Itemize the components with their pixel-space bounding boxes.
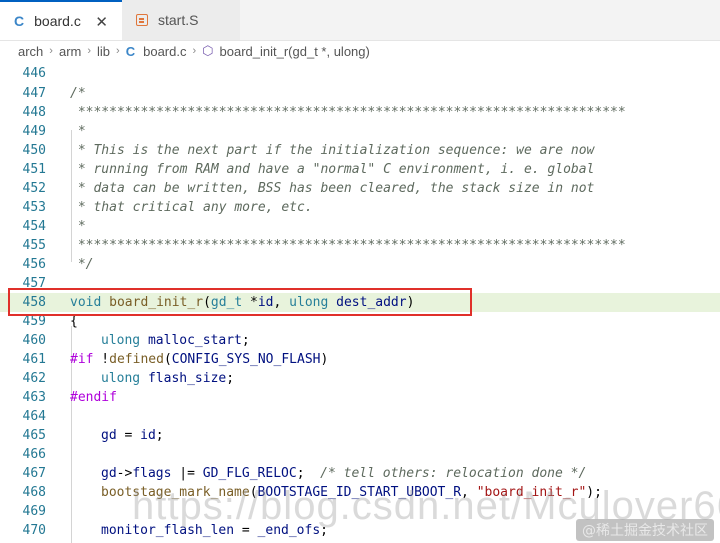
- code-text: ****************************************…: [70, 105, 626, 120]
- line-number: 460: [22, 333, 46, 348]
- line-number: 468: [22, 485, 46, 500]
- c-file-icon: C: [125, 43, 136, 59]
- breadcrumb-item-file[interactable]: board.c: [143, 44, 186, 59]
- close-icon[interactable]: ✕: [95, 13, 108, 31]
- code-line: 446: [0, 64, 720, 83]
- breadcrumb: arch › arm › lib › C board.c › ⬡ board_i…: [0, 40, 720, 62]
- code-line: 462 ulong flash_size;: [0, 369, 720, 388]
- line-number: 447: [22, 86, 46, 101]
- code-text: * This is the next part if the initializ…: [70, 143, 595, 158]
- code-line: 456 */: [0, 255, 720, 274]
- code-text: ulong flash_size;: [101, 371, 235, 386]
- code-line: 461 #if !defined(CONFIG_SYS_NO_FLASH): [0, 350, 720, 369]
- code-text: ****************************************…: [70, 238, 626, 253]
- code-line: 450 * This is the next part if the initi…: [0, 141, 720, 160]
- breadcrumb-item-arch[interactable]: arch: [18, 44, 43, 59]
- code-text: ulong malloc_start;: [101, 333, 250, 348]
- line-number: 446: [22, 66, 46, 81]
- code-line: 454 *: [0, 217, 720, 236]
- code-text: *: [70, 219, 86, 234]
- line-number: 466: [22, 447, 46, 462]
- line-number: 461: [22, 352, 46, 367]
- code-line: 447 /*: [0, 84, 720, 103]
- breadcrumb-item-arm[interactable]: arm: [59, 44, 81, 59]
- line-number: 463: [22, 390, 46, 405]
- breadcrumb-item-lib[interactable]: lib: [97, 44, 110, 59]
- line-number: 455: [22, 238, 46, 253]
- line-number: 448: [22, 105, 46, 120]
- line-number: 467: [22, 466, 46, 481]
- tab-board-c[interactable]: C board.c ✕: [0, 0, 122, 40]
- code-text: gd = id;: [101, 428, 164, 443]
- c-file-icon: C: [14, 13, 25, 29]
- code-line: 453 * that critical any more, etc.: [0, 198, 720, 217]
- line-number: 470: [22, 523, 46, 538]
- code-line: 466: [0, 445, 720, 464]
- line-number: 456: [22, 257, 46, 272]
- code-line: 448 ************************************…: [0, 103, 720, 122]
- code-text: * that critical any more, etc.: [70, 200, 313, 215]
- tab-label: board.c: [34, 13, 81, 29]
- tab-label: start.S: [158, 12, 199, 28]
- red-highlight-box: [8, 288, 472, 316]
- code-line: 455 ************************************…: [0, 236, 720, 255]
- code-text: * running from RAM and have a "normal" C…: [70, 162, 595, 177]
- code-line: 460 ulong malloc_start;: [0, 331, 720, 350]
- line-number: 454: [22, 219, 46, 234]
- chevron-right-icon: ›: [116, 45, 120, 57]
- tab-start-s[interactable]: start.S: [122, 0, 240, 40]
- code-line: 451 * running from RAM and have a "norma…: [0, 160, 720, 179]
- code-text: /*: [70, 86, 86, 101]
- line-number: 452: [22, 181, 46, 196]
- line-number: 449: [22, 124, 46, 139]
- code-text: */: [70, 257, 94, 272]
- code-text: #if !defined(CONFIG_SYS_NO_FLASH): [70, 352, 329, 367]
- code-text: gd->flags |= GD_FLG_RELOC; /* tell other…: [101, 466, 587, 481]
- code-line: 467 gd->flags |= GD_FLG_RELOC; /* tell ot…: [0, 464, 720, 483]
- breadcrumb-item-symbol[interactable]: board_init_r(gd_t *, ulong): [220, 44, 370, 59]
- line-number: 453: [22, 200, 46, 215]
- symbol-method-icon: ⬡: [202, 43, 214, 58]
- chevron-right-icon: ›: [49, 45, 53, 57]
- chevron-right-icon: ›: [87, 45, 92, 57]
- line-number: 451: [22, 162, 46, 177]
- editor-tab-bar: C board.c ✕ start.S: [0, 0, 720, 41]
- chevron-right-icon: ›: [192, 45, 197, 57]
- line-number: 464: [22, 409, 46, 424]
- code-text: *: [70, 124, 86, 139]
- code-line: 464: [0, 407, 720, 426]
- line-number: 462: [22, 371, 46, 386]
- code-line: 452 * data can be written, BSS has been …: [0, 179, 720, 198]
- code-line: 463 #endif: [0, 388, 720, 407]
- line-number: 465: [22, 428, 46, 443]
- code-line: 465 gd = id;: [0, 426, 720, 445]
- line-number: 450: [22, 143, 46, 158]
- code-text: * data can be written, BSS has been clea…: [70, 181, 595, 196]
- code-text: #endif: [70, 390, 117, 405]
- source-badge: @稀土掘金技术社区: [576, 519, 714, 541]
- assembly-file-icon: [136, 14, 148, 26]
- code-line: 449 *: [0, 122, 720, 141]
- line-number: 469: [22, 504, 46, 519]
